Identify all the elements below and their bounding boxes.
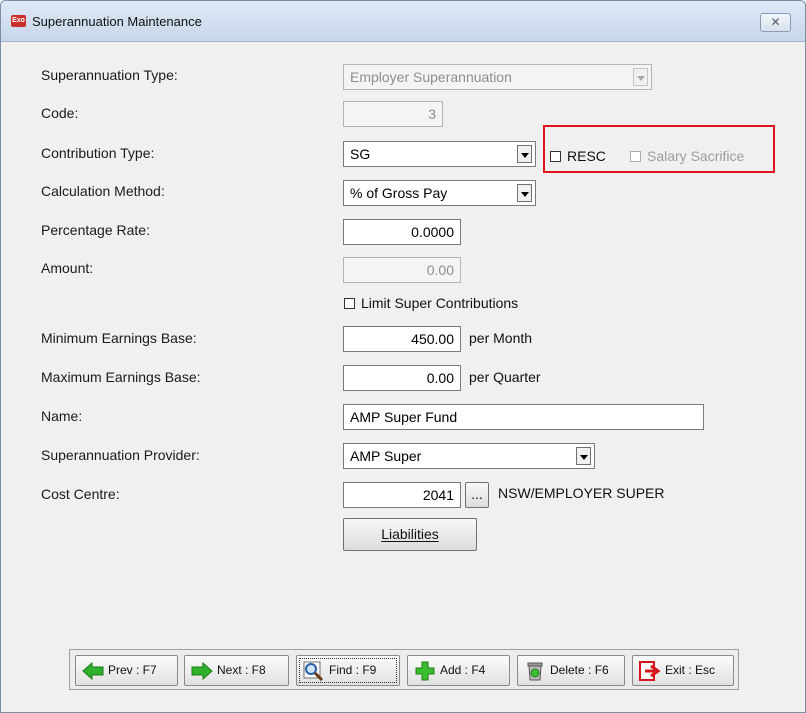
- provider-dropdown-icon[interactable]: [576, 447, 591, 465]
- max-earnings-input[interactable]: 0.00: [343, 365, 461, 391]
- code-field: 3: [343, 101, 443, 127]
- window-title: Superannuation Maintenance: [32, 14, 202, 29]
- app-icon: Exo: [11, 15, 26, 27]
- percentage-rate-label: Percentage Rate:: [41, 222, 150, 238]
- super-type-label: Superannuation Type:: [41, 67, 178, 83]
- calc-method-value: % of Gross Pay: [350, 185, 448, 201]
- prev-button[interactable]: Prev : F7: [75, 655, 178, 686]
- trash-icon: [527, 662, 543, 681]
- cost-centre-description: NSW/EMPLOYER SUPER: [498, 485, 665, 501]
- min-earnings-unit: per Month: [469, 330, 533, 346]
- exit-button[interactable]: Exit : Esc: [632, 655, 734, 686]
- super-type-value: Employer Superannuation: [350, 69, 512, 85]
- amount-label: Amount:: [41, 260, 94, 276]
- exit-icon: [639, 661, 661, 681]
- super-type-select: Employer Superannuation: [343, 64, 652, 90]
- limit-super-label: Limit Super Contributions: [361, 295, 519, 311]
- name-label: Name:: [41, 408, 83, 424]
- cost-centre-input[interactable]: 2041: [343, 482, 461, 508]
- provider-label: Superannuation Provider:: [41, 447, 200, 463]
- percentage-rate-input[interactable]: 0.0000: [343, 219, 461, 245]
- left-arrow-icon: [82, 661, 104, 681]
- min-earnings-label: Minimum Earnings Base:: [41, 330, 197, 346]
- magnifier-icon: [303, 661, 324, 681]
- calc-method-dropdown-icon[interactable]: [517, 184, 532, 202]
- contribution-type-select[interactable]: SG: [343, 141, 536, 167]
- add-label: Add : F4: [440, 663, 486, 677]
- delete-button[interactable]: Delete : F6: [517, 655, 625, 686]
- contribution-type-value: SG: [350, 146, 371, 162]
- next-button[interactable]: Next : F8: [184, 655, 289, 686]
- super-type-dropdown-icon: [633, 68, 648, 86]
- liabilities-label: Liabilities: [381, 526, 439, 542]
- liabilities-button[interactable]: Liabilities: [343, 518, 477, 551]
- plus-icon: [415, 661, 435, 681]
- min-earnings-input[interactable]: 450.00: [343, 326, 461, 352]
- limit-super-checkbox[interactable]: [344, 298, 355, 309]
- calc-method-label: Calculation Method:: [41, 183, 165, 199]
- max-earnings-unit: per Quarter: [469, 369, 541, 385]
- prev-label: Prev : F7: [108, 663, 157, 677]
- calc-method-select[interactable]: % of Gross Pay: [343, 180, 536, 206]
- title-bar: Exo Superannuation Maintenance ✕: [1, 1, 805, 42]
- max-earnings-label: Maximum Earnings Base:: [41, 369, 201, 385]
- cost-centre-label: Cost Centre:: [41, 486, 120, 502]
- add-button[interactable]: Add : F4: [407, 655, 510, 686]
- right-arrow-icon: [191, 661, 213, 681]
- delete-label: Delete : F6: [550, 663, 609, 677]
- next-label: Next : F8: [217, 663, 266, 677]
- contribution-type-dropdown-icon[interactable]: [517, 145, 532, 163]
- close-button[interactable]: ✕: [760, 13, 791, 32]
- find-label: Find : F9: [329, 663, 377, 677]
- provider-select[interactable]: AMP Super: [343, 443, 595, 469]
- find-button[interactable]: Find : F9: [296, 655, 400, 686]
- contribution-type-label: Contribution Type:: [41, 145, 155, 161]
- code-label: Code:: [41, 105, 79, 121]
- provider-value: AMP Super: [350, 448, 422, 464]
- name-input[interactable]: AMP Super Fund: [343, 404, 704, 430]
- amount-input: 0.00: [343, 257, 461, 283]
- cost-centre-browse-button[interactable]: ...: [465, 482, 489, 508]
- annotation-highlight-box: [543, 125, 775, 173]
- exit-label: Exit : Esc: [665, 663, 716, 677]
